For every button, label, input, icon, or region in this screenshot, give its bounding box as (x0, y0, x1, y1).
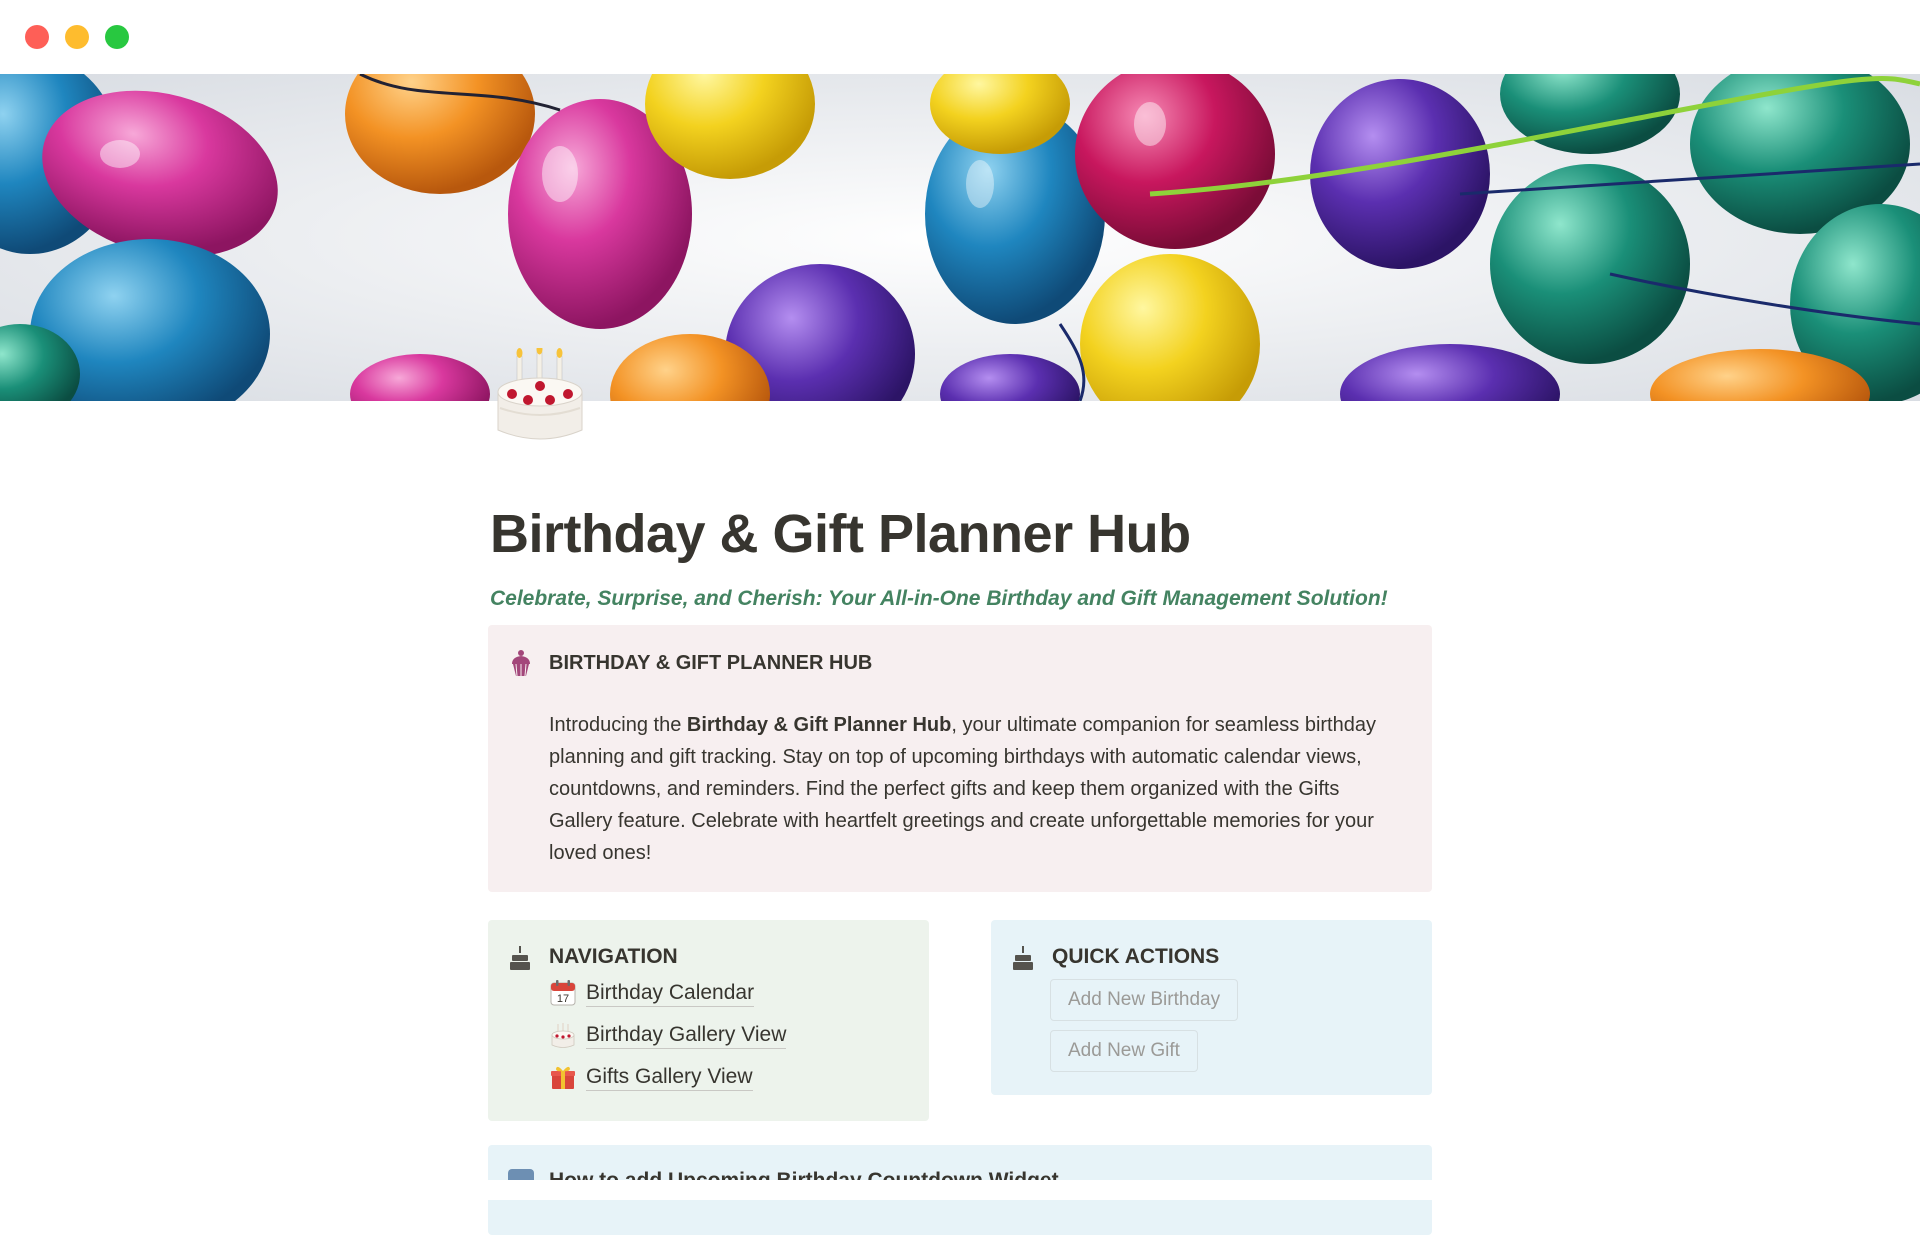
minimize-window-button[interactable] (65, 25, 89, 49)
quick-actions-title: QUICK ACTIONS (1052, 945, 1220, 968)
page-title[interactable]: Birthday & Gift Planner Hub (490, 498, 1470, 570)
zoom-window-button[interactable] (105, 25, 129, 49)
viewport-bottom-edge (0, 1180, 1920, 1200)
intro-callout-heading: BIRTHDAY & GIFT PLANNER HUB (549, 652, 873, 674)
navigation-title: NAVIGATION (549, 945, 678, 968)
page-icon-birthday-cake[interactable] (490, 344, 590, 448)
navigation-callout: NAVIGATION 17 Birthday Calendar Birthday… (488, 920, 929, 1121)
gift-icon (551, 1066, 575, 1089)
nav-link-label[interactable]: Birthday Calendar (586, 980, 755, 1007)
page-subtitle: Celebrate, Surprise, and Cherish: Your A… (490, 587, 1388, 610)
add-new-gift-button[interactable]: Add New Gift (1050, 1030, 1198, 1072)
close-window-button[interactable] (25, 25, 49, 49)
balloons-cover-image (0, 74, 1920, 401)
intro-body-rest: , your ultimate companion for seamless b… (549, 714, 1376, 864)
nav-link-birthday-calendar[interactable]: 17 Birthday Calendar (549, 976, 755, 1010)
intro-callout: BIRTHDAY & GIFT PLANNER HUB Introducing … (488, 625, 1432, 892)
nav-link-birthday-gallery-view[interactable]: Birthday Gallery View (549, 1018, 787, 1052)
cover-image[interactable] (0, 74, 1920, 401)
calendar-icon: 17 (550, 980, 576, 1006)
nav-link-label[interactable]: Gifts Gallery View (586, 1064, 753, 1091)
quick-actions-callout: QUICK ACTIONS Add New Birthday Add New G… (991, 920, 1432, 1095)
window-titlebar (0, 0, 1920, 74)
nav-link-gifts-gallery-view[interactable]: Gifts Gallery View (549, 1060, 753, 1094)
nav-link-label[interactable]: Birthday Gallery View (586, 1022, 787, 1049)
cake-icon (510, 946, 530, 970)
svg-text:17: 17 (557, 993, 569, 1005)
intro-callout-body: Introducing the Birthday & Gift Planner … (549, 709, 1399, 869)
birthday-cake-icon (551, 1023, 575, 1048)
birthday-cake-icon (497, 344, 583, 440)
intro-body-bold: Birthday & Gift Planner Hub (686, 714, 952, 736)
cake-icon (1013, 946, 1033, 970)
intro-body-start: Introducing the (549, 714, 687, 736)
cupcake-icon (512, 650, 530, 677)
add-new-birthday-button[interactable]: Add New Birthday (1050, 979, 1239, 1021)
